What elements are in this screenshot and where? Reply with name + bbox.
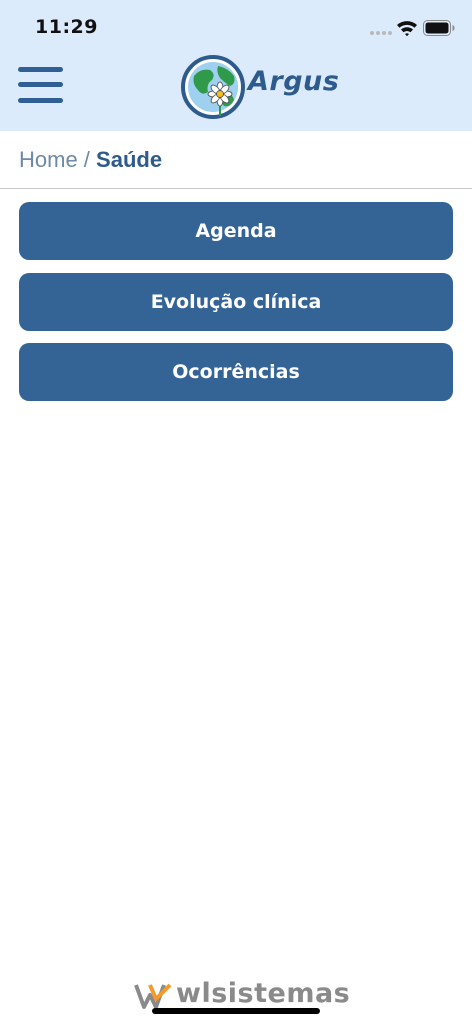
ocorrencias-button-label: Ocorrências	[172, 361, 300, 383]
app-logo: Argus	[180, 54, 340, 120]
breadcrumb-separator: /	[77, 147, 97, 172]
menu-bar-middle	[18, 82, 63, 87]
ocorrencias-button[interactable]: Ocorrências	[19, 343, 453, 401]
breadcrumb-home[interactable]: Home	[19, 147, 78, 172]
status-time: 11:29	[35, 16, 98, 38]
hamburger-menu-icon[interactable]	[18, 64, 64, 106]
wl-logo-icon	[134, 983, 172, 1009]
home-indicator[interactable]	[152, 1008, 320, 1014]
globe-flower-logo-icon	[181, 55, 245, 119]
menu-bar-top	[18, 67, 63, 72]
menu-bar-bottom	[18, 98, 63, 103]
breadcrumb-current: Saúde	[96, 147, 163, 172]
app-header: 11:29 Argus	[0, 0, 472, 131]
agenda-button[interactable]: Agenda	[19, 202, 453, 260]
breadcrumb: Home / Saúde	[19, 147, 162, 173]
cellular-signal-icon	[370, 31, 392, 35]
battery-icon	[423, 20, 455, 36]
evolucao-clinica-button-label: Evolução clínica	[150, 291, 322, 313]
footer-brand-text: wlsistemas	[176, 978, 351, 1009]
agenda-button-label: Agenda	[195, 220, 277, 242]
evolucao-clinica-button[interactable]: Evolução clínica	[19, 273, 453, 331]
status-bar: 11:29	[0, 0, 472, 56]
logo-text: Argus	[248, 66, 340, 97]
wifi-icon	[397, 21, 417, 37]
breadcrumb-divider	[0, 188, 472, 189]
